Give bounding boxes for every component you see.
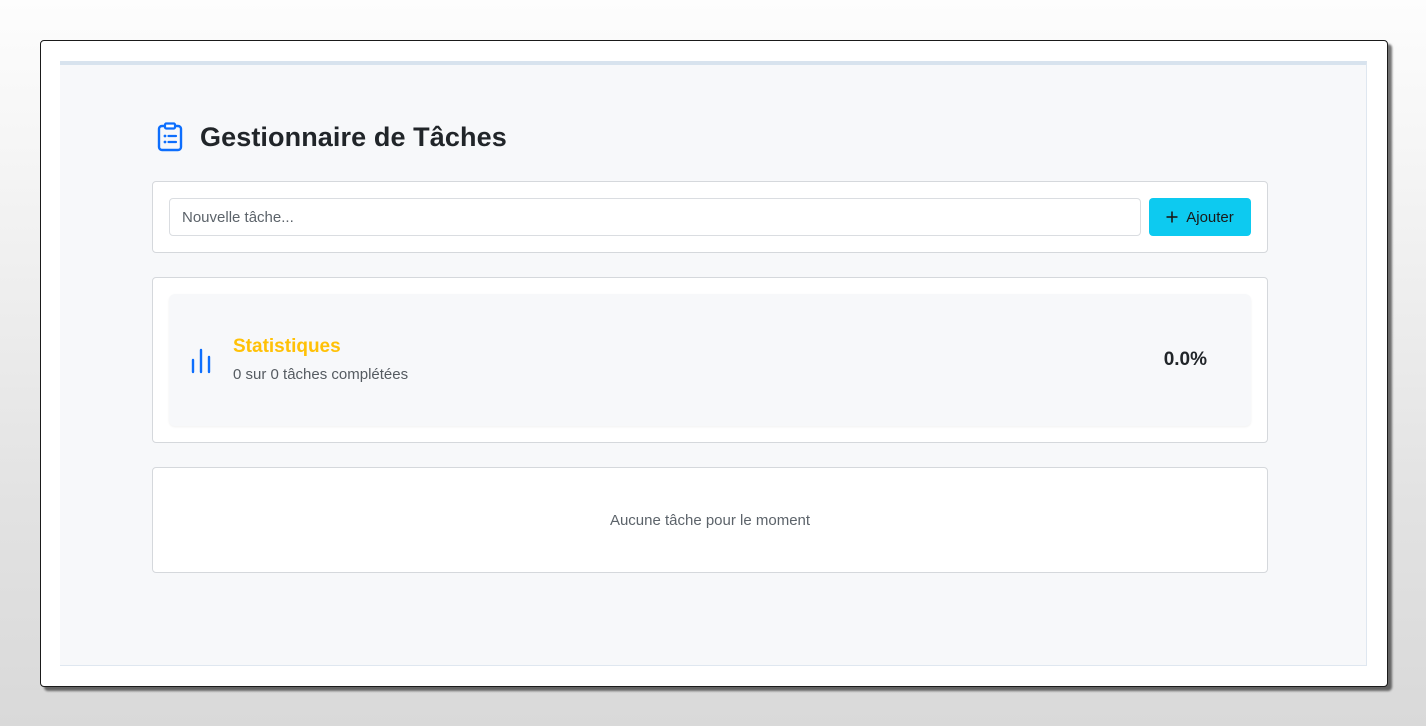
- task-list-card: Aucune tâche pour le moment: [152, 467, 1268, 573]
- add-task-card: Ajouter: [152, 181, 1268, 253]
- browser-window: Gestionnaire de Tâches Ajouter: [40, 40, 1388, 687]
- stats-title: Statistiques: [233, 336, 341, 357]
- app-viewport: Gestionnaire de Tâches Ajouter: [60, 61, 1367, 666]
- add-task-button[interactable]: Ajouter: [1149, 198, 1251, 236]
- stats-card: Statistiques 0 sur 0 tâches complétées 0…: [152, 277, 1268, 443]
- add-task-button-label: Ajouter: [1186, 208, 1234, 226]
- new-task-input[interactable]: [169, 198, 1141, 236]
- stats-panel: Statistiques 0 sur 0 tâches complétées 0…: [169, 294, 1251, 426]
- page-title: Gestionnaire de Tâches: [200, 121, 507, 152]
- stats-summary: 0 sur 0 tâches complétées: [233, 366, 409, 383]
- page-header: Gestionnaire de Tâches: [152, 117, 507, 157]
- bar-chart-icon: [189, 346, 213, 374]
- completion-percent: 0.0%: [1163, 349, 1207, 370]
- clipboard-list-icon: [154, 121, 186, 153]
- empty-state-message: Aucune tâche pour le moment: [609, 512, 811, 529]
- plus-icon: [1166, 211, 1178, 223]
